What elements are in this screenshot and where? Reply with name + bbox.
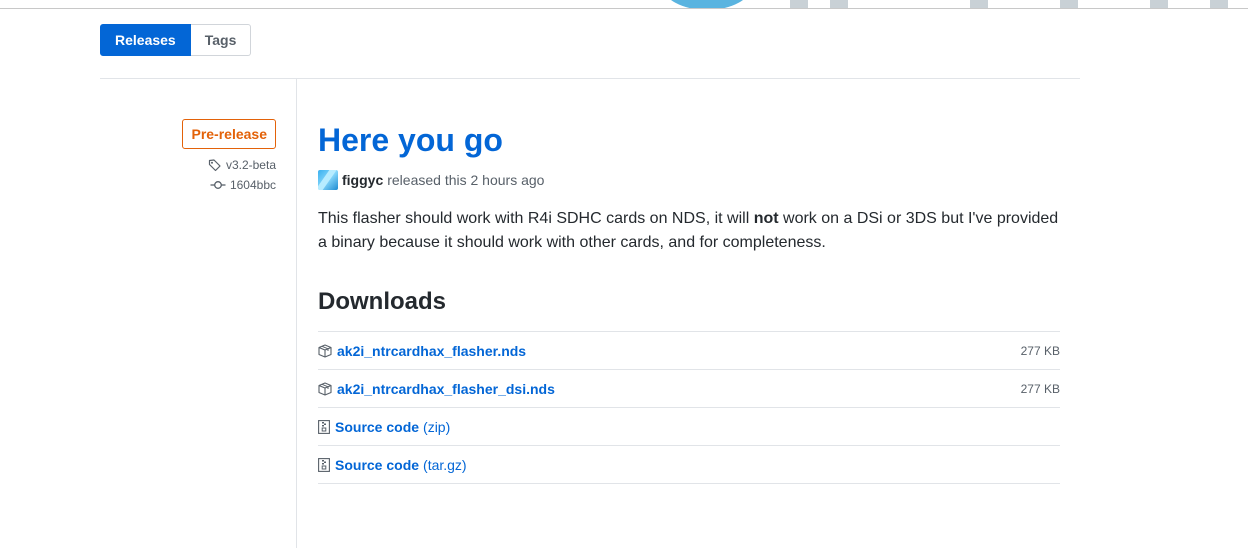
release-notes-bold: not xyxy=(753,210,779,227)
downloads-list: ak2i_ntrcardhax_flasher.nds 277 KB ak2i_… xyxy=(318,331,1060,484)
commit-sha[interactable]: 1604bbc xyxy=(230,178,276,192)
author-link[interactable]: figgyc xyxy=(342,172,383,188)
release-sidebar-divider xyxy=(296,78,297,548)
release-notes: This flasher should work with R4i SDHC c… xyxy=(318,207,1060,255)
download-left: Source code (zip) xyxy=(318,419,450,435)
release-tag[interactable]: v3.2-beta xyxy=(208,158,276,172)
archive-format[interactable]: (zip) xyxy=(423,419,450,435)
release-tabs: Releases Tags xyxy=(100,24,252,56)
banner-art xyxy=(640,0,1248,8)
banner-bar xyxy=(970,0,988,8)
banner-bar xyxy=(1060,0,1078,8)
download-link[interactable]: ak2i_ntrcardhax_flasher_dsi.nds xyxy=(337,381,555,397)
avatar[interactable] xyxy=(318,170,338,190)
tag-name[interactable]: v3.2-beta xyxy=(226,158,276,172)
banner-bar xyxy=(1210,0,1228,8)
download-row: ak2i_ntrcardhax_flasher.nds 277 KB xyxy=(318,332,1060,370)
tab-tags[interactable]: Tags xyxy=(190,24,252,56)
release-meta: Pre-release v3.2-beta 1604bbc xyxy=(182,119,276,192)
download-left: Source code (tar.gz) xyxy=(318,457,467,473)
banner-blob xyxy=(662,0,752,8)
download-row: Source code (tar.gz) xyxy=(318,446,1060,484)
banner-bar xyxy=(830,0,848,8)
release-author-line: figgyc released this 2 hours ago xyxy=(318,170,1060,190)
downloads-heading: Downloads xyxy=(318,288,447,315)
source-code-zip-link[interactable]: Source code (zip) xyxy=(335,419,450,435)
file-zip-icon xyxy=(318,457,330,472)
download-left: ak2i_ntrcardhax_flasher.nds xyxy=(318,343,526,359)
release-commit[interactable]: 1604bbc xyxy=(210,178,276,192)
archive-format[interactable]: (tar.gz) xyxy=(423,457,467,473)
source-code-label[interactable]: Source code xyxy=(335,457,419,473)
source-code-targz-link[interactable]: Source code (tar.gz) xyxy=(335,457,467,473)
release-time: released this 2 hours ago xyxy=(387,172,545,188)
download-size: 277 KB xyxy=(1020,343,1060,358)
section-divider xyxy=(100,78,1080,79)
package-icon xyxy=(318,381,332,396)
release-title[interactable]: Here you go xyxy=(318,120,1060,160)
download-left: ak2i_ntrcardhax_flasher_dsi.nds xyxy=(318,381,555,397)
download-row: ak2i_ntrcardhax_flasher_dsi.nds 277 KB xyxy=(318,370,1060,408)
package-icon xyxy=(318,343,332,358)
release-main: Here you go figgyc released this 2 hours… xyxy=(318,120,1060,484)
banner-bar xyxy=(790,0,808,8)
banner-bar xyxy=(1150,0,1168,8)
source-code-label[interactable]: Source code xyxy=(335,419,419,435)
release-notes-text-1: This flasher should work with R4i SDHC c… xyxy=(318,210,754,227)
prerelease-badge: Pre-release xyxy=(182,119,276,149)
download-size: 277 KB xyxy=(1020,381,1060,396)
file-zip-icon xyxy=(318,419,330,434)
tag-icon xyxy=(208,159,221,172)
download-link[interactable]: ak2i_ntrcardhax_flasher.nds xyxy=(337,343,526,359)
tab-releases[interactable]: Releases xyxy=(100,24,191,56)
git-commit-icon xyxy=(210,181,226,189)
download-row: Source code (zip) xyxy=(318,408,1060,446)
top-banner-edge xyxy=(0,0,1248,9)
